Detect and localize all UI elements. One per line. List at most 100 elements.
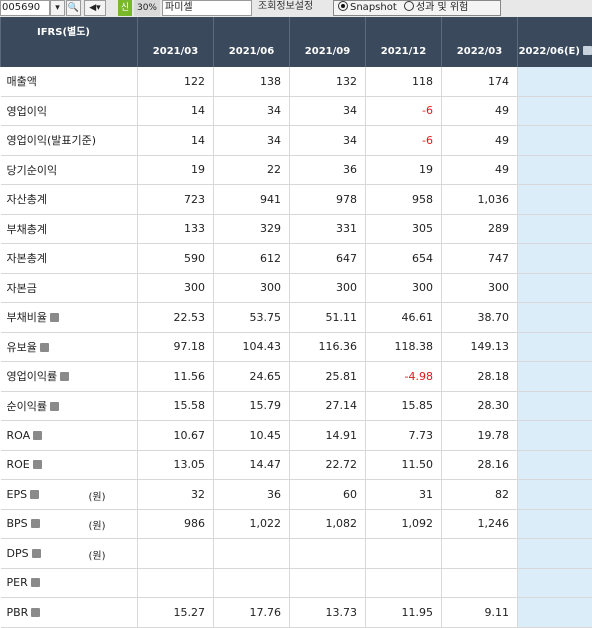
row-label-cell: PER bbox=[1, 568, 138, 598]
table-row: 순이익률15.5815.7927.1415.8528.30 bbox=[1, 391, 592, 421]
table-cell: 958 bbox=[366, 185, 442, 215]
table-cell bbox=[518, 509, 592, 539]
dropdown-arrow-icon[interactable]: ▾ bbox=[50, 0, 65, 16]
row-label-cell: 매출액 bbox=[1, 67, 138, 96]
info-icon[interactable] bbox=[50, 402, 59, 411]
table-cell: 132 bbox=[290, 67, 366, 96]
info-icon[interactable] bbox=[33, 431, 42, 440]
row-label-cell: 부채비율 bbox=[1, 303, 138, 333]
info-icon[interactable] bbox=[31, 578, 40, 587]
table-cell bbox=[518, 185, 592, 215]
table-cell: 149.13 bbox=[442, 332, 518, 362]
column-header: 2021/12 bbox=[366, 17, 442, 67]
table-cell bbox=[518, 303, 592, 333]
column-header-label: 2022/03 bbox=[457, 46, 502, 57]
header-row: IFRS(별도) 2021/032021/062021/092021/12202… bbox=[1, 17, 592, 67]
row-label: 영업이익 bbox=[7, 105, 47, 118]
table-cell: 11.56 bbox=[138, 362, 214, 392]
table-cell: 14 bbox=[138, 96, 214, 126]
table-cell bbox=[518, 155, 592, 185]
info-icon[interactable] bbox=[60, 372, 69, 381]
table-row: 유보율97.18104.43116.36118.38149.13 bbox=[1, 332, 592, 362]
table-cell: 654 bbox=[366, 244, 442, 274]
table-row: 당기순이익1922361949 bbox=[1, 155, 592, 185]
speaker-icon[interactable]: ◀▾ bbox=[84, 0, 106, 16]
table-cell bbox=[518, 450, 592, 480]
table-cell: 300 bbox=[138, 273, 214, 303]
search-icon[interactable]: 🔍 bbox=[66, 0, 81, 16]
table-cell: 22 bbox=[214, 155, 290, 185]
row-label-cell: ROA bbox=[1, 421, 138, 451]
radio-performance[interactable] bbox=[404, 1, 414, 11]
row-label-cell: PBR bbox=[1, 598, 138, 628]
table-cell: 612 bbox=[214, 244, 290, 274]
table-cell: 22.72 bbox=[290, 450, 366, 480]
row-label: PER bbox=[7, 576, 28, 589]
table-cell: 978 bbox=[290, 185, 366, 215]
table-cell: 34 bbox=[290, 96, 366, 126]
table-cell: 10.45 bbox=[214, 421, 290, 451]
table-cell: 1,022 bbox=[214, 509, 290, 539]
percent-value: 30% bbox=[134, 0, 160, 16]
row-label: ROA bbox=[7, 429, 31, 442]
table-cell: 329 bbox=[214, 214, 290, 244]
row-label: 부채비율 bbox=[7, 311, 47, 324]
row-label: 영업이익률 bbox=[7, 370, 58, 383]
row-label-cell: 영업이익 bbox=[1, 96, 138, 126]
table-cell: 9.11 bbox=[442, 598, 518, 628]
company-name: 파미셀 bbox=[162, 0, 252, 16]
unit-label: (원) bbox=[89, 547, 106, 562]
table-cell bbox=[214, 539, 290, 569]
info-icon[interactable] bbox=[583, 46, 592, 55]
table-cell: 15.79 bbox=[214, 391, 290, 421]
table-cell: 97.18 bbox=[138, 332, 214, 362]
table-cell: 32 bbox=[138, 480, 214, 510]
radio-snapshot[interactable] bbox=[338, 1, 348, 11]
table-cell bbox=[138, 539, 214, 569]
row-label-cell: ROE bbox=[1, 450, 138, 480]
table-cell: 36 bbox=[214, 480, 290, 510]
table-cell: 11.50 bbox=[366, 450, 442, 480]
info-icon[interactable] bbox=[30, 490, 39, 499]
row-label: 자산총계 bbox=[7, 193, 47, 206]
table-cell bbox=[518, 214, 592, 244]
row-label: 부채총계 bbox=[7, 223, 47, 236]
info-icon[interactable] bbox=[32, 549, 41, 558]
table-cell: 15.27 bbox=[138, 598, 214, 628]
info-icon[interactable] bbox=[50, 313, 59, 322]
stock-code-input[interactable]: 005690 bbox=[0, 0, 50, 16]
row-label: 당기순이익 bbox=[7, 164, 58, 177]
info-icon[interactable] bbox=[31, 519, 40, 528]
table-cell bbox=[518, 539, 592, 569]
info-icon[interactable] bbox=[40, 343, 49, 352]
unit-label: (원) bbox=[89, 517, 106, 532]
table-cell bbox=[290, 539, 366, 569]
info-icon[interactable] bbox=[33, 460, 42, 469]
row-label-cell: 순이익률 bbox=[1, 391, 138, 421]
row-label-cell: EPS(원) bbox=[1, 480, 138, 510]
table-cell: 941 bbox=[214, 185, 290, 215]
table-cell: 24.65 bbox=[214, 362, 290, 392]
radio-performance-label[interactable]: 성과 및 위험 bbox=[416, 2, 468, 13]
table-row: 부채비율22.5353.7551.1146.6138.70 bbox=[1, 303, 592, 333]
row-label: EPS bbox=[7, 488, 28, 501]
table-cell: 138 bbox=[214, 67, 290, 96]
row-label-cell: 자산총계 bbox=[1, 185, 138, 215]
table-cell: 1,082 bbox=[290, 509, 366, 539]
table-cell bbox=[518, 598, 592, 628]
table-cell: 300 bbox=[290, 273, 366, 303]
table-cell: 49 bbox=[442, 126, 518, 156]
table-cell: 49 bbox=[442, 96, 518, 126]
table-cell: 25.81 bbox=[290, 362, 366, 392]
table-cell: 289 bbox=[442, 214, 518, 244]
row-label-cell: BPS(원) bbox=[1, 509, 138, 539]
ifrs-header: IFRS(별도) bbox=[1, 17, 138, 67]
table-row: 자본금300300300300300 bbox=[1, 273, 592, 303]
radio-snapshot-label[interactable]: Snapshot bbox=[350, 2, 397, 13]
table-cell: 10.67 bbox=[138, 421, 214, 451]
table-cell: 19 bbox=[366, 155, 442, 185]
info-icon[interactable] bbox=[31, 608, 40, 617]
table-cell bbox=[138, 568, 214, 598]
table-cell: 13.73 bbox=[290, 598, 366, 628]
table-cell: 34 bbox=[290, 126, 366, 156]
